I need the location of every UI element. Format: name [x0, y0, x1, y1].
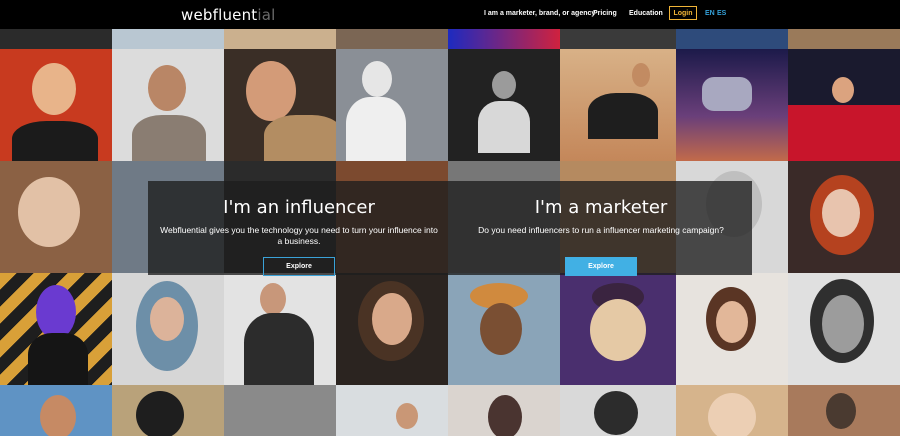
- photo-tile: [0, 49, 112, 161]
- photo-tile: [676, 273, 788, 385]
- photo-tile: [0, 385, 112, 436]
- influencer-explore-button[interactable]: Explore: [263, 257, 335, 276]
- marketer-panel: I'm a marketer Do you need influencers t…: [450, 181, 752, 276]
- photo-tile: [448, 273, 560, 385]
- photo-tile: [788, 29, 900, 49]
- marketer-explore-button[interactable]: Explore: [565, 257, 637, 276]
- photo-tile: [336, 385, 448, 436]
- logo-text-dim: ial: [257, 6, 276, 24]
- photo-tile: [224, 49, 336, 161]
- photo-tile: [224, 29, 336, 49]
- photo-tile: [0, 29, 112, 49]
- login-button[interactable]: Login: [669, 6, 697, 20]
- photo-tile: [0, 273, 112, 385]
- photo-tile: [336, 273, 448, 385]
- photo-tile: [112, 385, 224, 436]
- logo-text: webfluent: [181, 6, 258, 24]
- photo-tile: [560, 49, 676, 161]
- marketer-panel-title: I'm a marketer: [534, 197, 668, 218]
- photo-tile: [676, 49, 788, 161]
- photo-tile: [560, 273, 676, 385]
- photo-tile: [788, 49, 900, 161]
- photo-tile: [448, 385, 560, 436]
- photo-tile: [676, 29, 788, 49]
- nav-link-education[interactable]: Education: [629, 10, 663, 17]
- photo-tile: [676, 385, 788, 436]
- photo-tile: [560, 385, 676, 436]
- influencer-panel: I'm an influencer Webfluential gives you…: [148, 181, 450, 276]
- photo-tile: [336, 49, 448, 161]
- influencer-panel-description: Webfluential gives you the technology yo…: [160, 225, 438, 246]
- webfluential-logo[interactable]: webfluential: [181, 6, 276, 24]
- photo-tile: [448, 29, 560, 49]
- photo-tile: [788, 161, 900, 273]
- photo-tile: [0, 161, 112, 273]
- photo-tile: [224, 273, 336, 385]
- photo-tile: [112, 29, 224, 49]
- photo-tile: [560, 29, 676, 49]
- photo-tile: [788, 385, 900, 436]
- marketer-panel-description: Do you need influencers to run a influen…: [478, 225, 724, 235]
- top-navbar: webfluential I am a marketer, brand, or …: [0, 0, 900, 29]
- influencer-panel-title: I'm an influencer: [223, 197, 375, 218]
- language-es-link[interactable]: ES: [717, 10, 726, 17]
- photo-tile: [112, 273, 224, 385]
- photo-tile: [224, 385, 336, 436]
- photo-tile: [112, 49, 224, 161]
- nav-link-marketer[interactable]: I am a marketer, brand, or agency: [484, 10, 595, 17]
- photo-tile: [448, 49, 560, 161]
- nav-link-pricing[interactable]: Pricing: [593, 10, 617, 17]
- photo-tile: [788, 273, 900, 385]
- language-en-link[interactable]: EN: [705, 10, 715, 17]
- photo-tile: [336, 29, 448, 49]
